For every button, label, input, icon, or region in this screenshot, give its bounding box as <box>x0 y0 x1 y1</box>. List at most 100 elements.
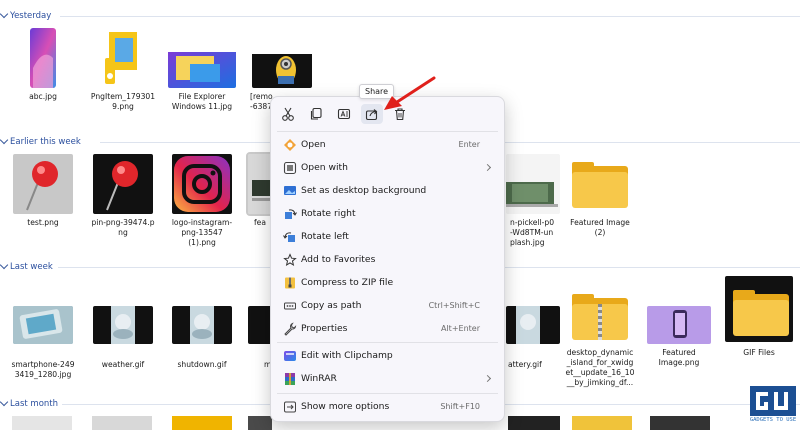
file-tile[interactable] <box>650 416 710 430</box>
laptop-plant-thumbnail <box>506 154 560 214</box>
menu-item-add-to-favorites[interactable]: Add to Favorites <box>275 249 502 271</box>
menu-item-rotate-right[interactable]: Rotate right <box>275 203 502 225</box>
file-tile[interactable] <box>248 416 272 430</box>
group-title: Last week <box>10 262 53 272</box>
file-name: shutdown.gif <box>177 360 227 369</box>
file-name: File Explorer Windows 11.jpg <box>171 92 233 111</box>
menu-item-label: Rotate right <box>301 208 356 219</box>
cut-icon <box>282 107 294 121</box>
weather-thumbnail <box>93 306 153 344</box>
zip-icon <box>285 277 295 289</box>
file-tile[interactable] <box>172 416 232 430</box>
rename-button[interactable] <box>333 104 355 124</box>
folder-icon <box>725 276 793 342</box>
chevron-down-icon <box>0 9 9 19</box>
file-tile[interactable]: desktop_dynamic _island_for_xwidg et__up… <box>562 280 638 387</box>
rotate-right-icon <box>285 209 297 219</box>
desktop-background-icon <box>284 186 296 195</box>
menu-item-copy-as-path[interactable]: Copy as path Ctrl+Shift+C <box>275 295 502 317</box>
file-tile[interactable]: PngItem_179301 9.png <box>85 28 161 128</box>
file-tile[interactable] <box>508 416 560 430</box>
zip-folder-icon <box>570 286 630 346</box>
file-name: GIF Files <box>743 348 775 357</box>
menu-item-shortcut: Alt+Enter <box>440 324 480 333</box>
menu-item-compress-zip[interactable]: Compress to ZIP file <box>275 272 502 294</box>
file-tile[interactable]: attery.gif <box>496 280 572 380</box>
smartphone-thumbnail <box>13 306 73 344</box>
menu-item-label: Add to Favorites <box>301 254 376 265</box>
red-pushpin-thumbnail <box>13 154 73 214</box>
menu-item-label: Compress to ZIP file <box>301 277 394 288</box>
open-with-icon <box>283 161 297 175</box>
file-name: logo-instagram- png-13547 (1).png <box>171 218 233 247</box>
chevron-down-icon <box>0 397 9 407</box>
file-tile[interactable]: n-pickell-p0 -Wd8TM-un plash.jpg <box>496 154 572 254</box>
copy-path-icon <box>284 302 296 310</box>
file-tile[interactable]: Featured Image (2) <box>562 154 638 254</box>
menu-item-label: Properties <box>301 323 348 334</box>
file-name: Featured Image (2) <box>570 218 630 237</box>
file-name: abc.jpg <box>29 92 57 101</box>
menu-item-label: Copy as path <box>301 300 362 311</box>
star-icon <box>283 253 297 267</box>
file-tile[interactable]: shutdown.gif <box>164 280 240 380</box>
menu-item-winrar[interactable]: WinRAR <box>275 368 502 390</box>
menu-item-shortcut: Shift+F10 <box>440 402 480 411</box>
menu-item-properties[interactable]: Properties Alt+Enter <box>275 318 502 340</box>
winrar-icon <box>285 373 295 385</box>
menu-item-open-with[interactable]: Open with <box>275 157 502 179</box>
properties-icon <box>284 322 297 336</box>
shutdown-thumbnail <box>172 306 232 344</box>
minion-thumbnail <box>252 28 312 88</box>
menu-item-shortcut: Ctrl+Shift+C <box>428 301 480 310</box>
instagram-logo-thumbnail <box>172 154 232 214</box>
open-icon <box>284 139 296 151</box>
menu-item-label: WinRAR <box>301 373 337 384</box>
featured-phone-thumbnail <box>647 306 711 344</box>
group-divider <box>60 16 800 17</box>
menu-item-label: Set as desktop background <box>301 185 427 196</box>
rename-icon <box>337 108 351 120</box>
file-tile[interactable]: smartphone-249 3419_1280.jpg <box>5 280 81 380</box>
file-tile[interactable]: weather.gif <box>85 280 161 380</box>
context-menu: Open Enter Open with Set as desktop back… <box>270 96 505 422</box>
cut-button[interactable] <box>277 104 299 124</box>
more-options-icon <box>284 401 296 413</box>
menu-item-label: Show more options <box>301 401 390 412</box>
menu-divider <box>277 393 498 394</box>
menu-item-open[interactable]: Open Enter <box>275 134 502 156</box>
file-tile[interactable] <box>572 416 632 430</box>
wallpaper-thumbnail <box>13 28 73 88</box>
clipchamp-icon <box>284 351 296 361</box>
file-tile[interactable]: abc.jpg <box>5 28 81 128</box>
copy-button[interactable] <box>305 104 327 124</box>
menu-item-set-desktop-background[interactable]: Set as desktop background <box>275 180 502 202</box>
file-name: PngItem_179301 9.png <box>90 92 156 111</box>
file-tile[interactable] <box>92 416 152 430</box>
menu-item-label: Open with <box>301 162 348 173</box>
menu-item-label: Rotate left <box>301 231 349 242</box>
file-tile[interactable]: logo-instagram- png-13547 (1).png <box>164 154 240 254</box>
menu-item-rotate-left[interactable]: Rotate left <box>275 226 502 248</box>
group-title: Yesterday <box>10 11 52 21</box>
file-name: pin-png-39474.p ng <box>91 218 155 237</box>
battery-thumbnail <box>506 306 560 344</box>
menu-item-shortcut: Enter <box>458 140 480 149</box>
group-header-yesterday[interactable]: Yesterday <box>0 8 800 24</box>
file-tile[interactable]: pin-png-39474.p ng <box>85 154 161 254</box>
menu-divider <box>277 131 498 132</box>
file-name: test.png <box>27 218 59 227</box>
rotate-left-icon <box>283 232 295 242</box>
file-tile[interactable]: File Explorer Windows 11.jpg <box>164 28 240 128</box>
file-tile[interactable]: GIF Files <box>721 276 797 376</box>
menu-item-label: Open <box>301 139 326 150</box>
menu-item-show-more-options[interactable]: Show more options Shift+F10 <box>275 396 502 418</box>
menu-item-edit-with-clipchamp[interactable]: Edit with Clipchamp <box>275 345 502 367</box>
group-title: Earlier this week <box>10 137 81 147</box>
file-tile[interactable]: test.png <box>5 154 81 254</box>
folder-icon <box>570 154 630 214</box>
file-explorer-screenshot-thumbnail <box>168 28 236 88</box>
file-tile[interactable]: Featured Image.png <box>641 280 717 380</box>
share-icon <box>365 109 378 121</box>
file-tile[interactable] <box>12 416 72 430</box>
